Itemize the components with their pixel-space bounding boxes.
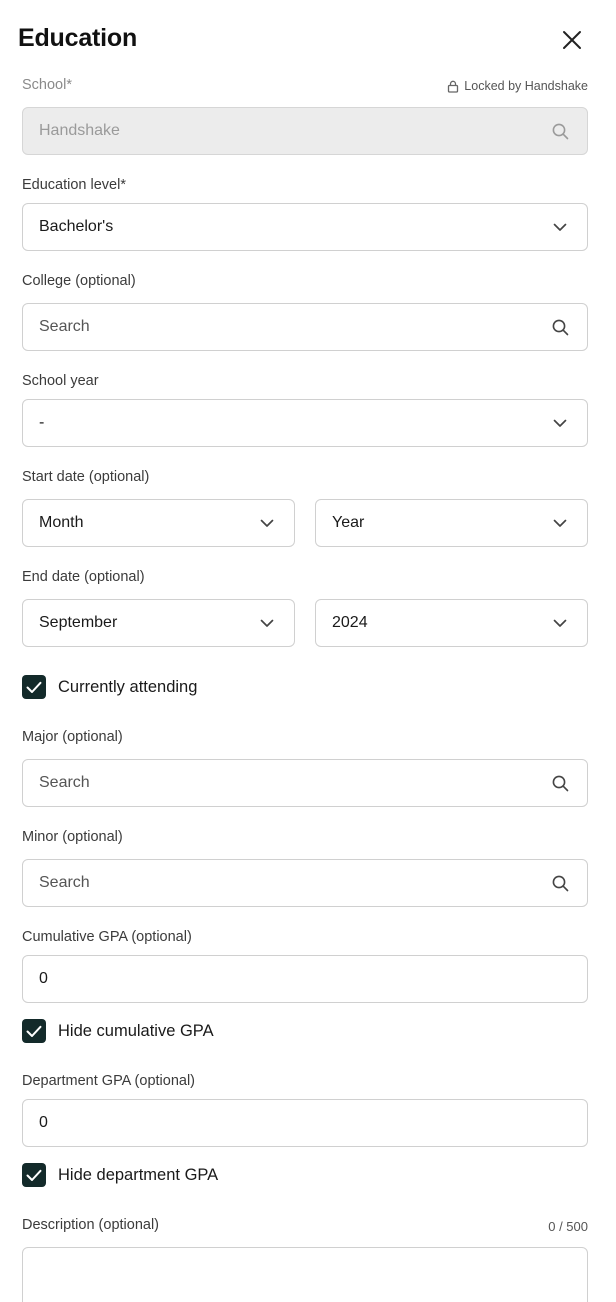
school-label: School*	[22, 77, 72, 93]
start-month-value: Month	[39, 514, 84, 531]
school-field: Handshake	[22, 107, 588, 155]
college-placeholder: Search	[39, 318, 90, 335]
locked-indicator: Locked by Handshake	[447, 79, 588, 93]
end-year-select[interactable]: 2024	[315, 599, 588, 647]
college-label: College (optional)	[22, 273, 136, 289]
close-button[interactable]	[556, 24, 588, 56]
description-char-counter: 0 / 500	[548, 1219, 588, 1234]
search-icon	[551, 122, 569, 140]
start-date-label: Start date (optional)	[22, 469, 150, 485]
check-icon	[26, 1025, 42, 1037]
end-date-label: End date (optional)	[22, 569, 145, 585]
cumulative-gpa-label: Cumulative GPA (optional)	[22, 929, 192, 945]
currently-attending-row: Currently attending	[22, 675, 197, 699]
lock-icon	[448, 80, 459, 93]
education-level-value: Bachelor's	[39, 218, 114, 235]
search-icon	[551, 774, 569, 792]
end-month-select[interactable]: September	[22, 599, 295, 647]
major-search-input[interactable]: Search	[22, 759, 588, 807]
chevron-down-icon	[551, 514, 569, 532]
start-month-select[interactable]: Month	[22, 499, 295, 547]
minor-placeholder: Search	[39, 874, 90, 891]
hide-department-gpa-label: Hide department GPA	[58, 1165, 219, 1184]
hide-cumulative-gpa-row: Hide cumulative GPA	[22, 1019, 214, 1043]
minor-label: Minor (optional)	[22, 829, 123, 845]
end-month-value: September	[39, 614, 118, 631]
chevron-down-icon	[551, 614, 569, 632]
school-year-label: School year	[22, 373, 99, 389]
check-icon	[26, 1169, 42, 1181]
major-placeholder: Search	[39, 774, 90, 791]
close-icon	[563, 31, 581, 49]
search-icon	[551, 874, 569, 892]
education-level-select[interactable]: Bachelor's	[22, 203, 588, 251]
cumulative-gpa-input[interactable]: 0	[22, 955, 588, 1003]
description-textarea[interactable]	[22, 1247, 588, 1302]
school-year-select[interactable]: -	[22, 399, 588, 447]
search-icon	[551, 318, 569, 336]
cumulative-gpa-value: 0	[39, 970, 48, 987]
minor-search-input[interactable]: Search	[22, 859, 588, 907]
hide-cumulative-gpa-checkbox[interactable]	[22, 1019, 46, 1043]
school-value: Handshake	[39, 122, 120, 139]
education-level-label: Education level*	[22, 177, 126, 193]
hide-department-gpa-checkbox[interactable]	[22, 1163, 46, 1187]
locked-text: Locked by Handshake	[464, 79, 588, 93]
chevron-down-icon	[258, 514, 276, 532]
hide-cumulative-gpa-label: Hide cumulative GPA	[58, 1021, 214, 1040]
department-gpa-value: 0	[39, 1114, 48, 1131]
college-search-input[interactable]: Search	[22, 303, 588, 351]
major-label: Major (optional)	[22, 729, 123, 745]
currently-attending-label: Currently attending	[58, 677, 198, 696]
department-gpa-input[interactable]: 0	[22, 1099, 588, 1147]
department-gpa-label: Department GPA (optional)	[22, 1073, 196, 1089]
check-icon	[26, 681, 42, 693]
currently-attending-checkbox[interactable]	[22, 675, 46, 699]
school-year-value: -	[39, 414, 45, 431]
chevron-down-icon	[258, 614, 276, 632]
chevron-down-icon	[551, 414, 569, 432]
page-title: Education	[18, 24, 138, 52]
start-year-value: Year	[332, 514, 365, 531]
description-label: Description (optional)	[22, 1217, 160, 1233]
chevron-down-icon	[551, 218, 569, 236]
start-year-select[interactable]: Year	[315, 499, 588, 547]
hide-department-gpa-row: Hide department GPA	[22, 1163, 218, 1187]
end-year-value: 2024	[332, 614, 368, 631]
